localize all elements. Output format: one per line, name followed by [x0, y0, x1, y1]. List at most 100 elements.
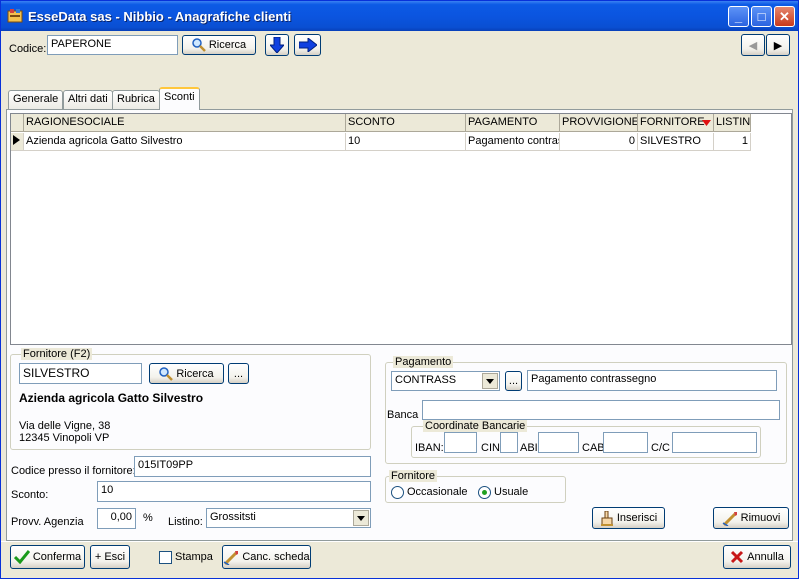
triangle-left-icon: ◀ — [748, 39, 758, 52]
occasionale-radio[interactable] — [391, 486, 404, 499]
codice-presso-label: Codice presso il fornitore: — [11, 465, 136, 477]
rimuovi-button[interactable]: Rimuovi — [713, 507, 789, 529]
row-indicator[interactable] — [11, 133, 24, 151]
eraser-icon — [722, 511, 737, 526]
tab-sconti[interactable]: Sconti — [159, 87, 200, 110]
usuale-label[interactable]: Usuale — [494, 486, 528, 498]
pagamento-ellipsis-button[interactable]: ... — [505, 371, 522, 391]
grid-header-ragionesociale[interactable]: RAGIONESOCIALE — [24, 114, 346, 132]
tab-rubrica[interactable]: Rubrica — [112, 90, 160, 109]
banca-label: Banca — [387, 409, 419, 421]
esci-button[interactable]: + Esci — [90, 545, 130, 569]
usuale-radio[interactable] — [478, 486, 491, 499]
codice-presso-input[interactable]: 015IT09PP — [134, 456, 371, 477]
minimize-button[interactable]: _ — [728, 6, 749, 27]
current-row-icon — [13, 135, 20, 145]
sconto-input[interactable]: 10 — [97, 481, 371, 502]
fornitore-ellipsis-button[interactable]: ... — [228, 363, 249, 384]
fornitore-address1: Via delle Vigne, 38 — [19, 420, 111, 432]
sconto-label: Sconto: — [11, 489, 49, 501]
provv-agenzia-input[interactable]: 0,00 — [97, 508, 136, 529]
app-icon — [7, 9, 23, 23]
move-right-button[interactable] — [294, 34, 321, 56]
pagamento-description: Pagamento contrassegno — [527, 370, 777, 391]
application-window: EsseData sas - Nibbio - Anagrafiche clie… — [0, 0, 799, 579]
iban-label: IBAN: — [415, 442, 444, 454]
chevron-down-icon — [486, 378, 494, 384]
cab-input[interactable] — [603, 432, 648, 453]
triangle-right-icon: ▶ — [773, 39, 783, 52]
occasionale-label[interactable]: Occasionale — [407, 486, 468, 498]
grid-header-listino[interactable]: LISTIN — [714, 114, 751, 132]
grid-cell-sconto[interactable]: 10 — [346, 133, 466, 151]
cin-input[interactable] — [500, 432, 518, 453]
canc-scheda-button[interactable]: Canc. scheda — [222, 545, 311, 569]
inserisci-label: Inserisci — [616, 512, 658, 524]
fornitore-type-title: Fornitore — [389, 470, 438, 482]
esci-label: + Esci — [94, 551, 126, 563]
ricerca-label: Ricerca — [208, 39, 247, 51]
ellipsis-icon: ... — [233, 367, 244, 380]
grid-header-sconto[interactable]: SCONTO — [346, 114, 466, 132]
nav-prev-button[interactable]: ◀ — [741, 34, 765, 56]
grid-header-pagamento[interactable]: PAGAMENTO — [466, 114, 560, 132]
cc-input[interactable] — [672, 432, 757, 453]
fornitore-code-input[interactable]: SILVESTRO — [19, 363, 142, 384]
percent-sign: % — [143, 512, 153, 524]
sort-desc-icon — [702, 120, 711, 126]
nav-next-button[interactable]: ▶ — [766, 34, 790, 56]
checkmark-icon — [13, 550, 30, 564]
title-bar[interactable]: EsseData sas - Nibbio - Anagrafiche clie… — [1, 1, 798, 31]
listino-value: Grossitsti — [210, 511, 256, 523]
pagamento-dropdown-button[interactable] — [482, 373, 498, 389]
cc-label: C/C — [651, 442, 670, 454]
rimuovi-label: Rimuovi — [740, 512, 781, 524]
magnifier-icon — [192, 38, 206, 52]
tab-generale-label: Generale — [13, 93, 59, 105]
sconti-grid[interactable]: RAGIONESOCIALE SCONTO PAGAMENTO PROVVIGI… — [10, 113, 792, 345]
grid-cell-listino[interactable]: 1 — [714, 133, 751, 151]
inserisci-button[interactable]: Inserisci — [592, 507, 665, 529]
grid-cell-pagamento[interactable]: Pagamento contrassegno — [466, 133, 560, 151]
arrow-down-icon — [270, 37, 284, 53]
grid-cell-provvigione[interactable]: 0 — [560, 133, 638, 151]
maximize-button[interactable]: □ — [751, 6, 772, 27]
close-icon: ✕ — [779, 9, 790, 24]
stampa-checkbox[interactable] — [159, 551, 172, 564]
listino-dropdown-button[interactable] — [353, 510, 369, 526]
listino-select[interactable]: Grossitsti — [206, 508, 371, 528]
pagamento-code: CONTRASS — [395, 374, 457, 386]
tab-generale[interactable]: Generale — [8, 90, 64, 109]
fornitore-ricerca-button[interactable]: Ricerca — [149, 363, 224, 384]
codice-input[interactable]: PAPERONE — [47, 35, 178, 55]
grid-header-fornitore-label: FORNITORE — [640, 116, 705, 128]
stampa-label[interactable]: Stampa — [175, 551, 213, 563]
pagamento-select[interactable]: CONTRASS — [391, 371, 500, 391]
ellipsis-icon: ... — [508, 375, 519, 387]
abi-label: ABI — [520, 442, 538, 454]
iban-input[interactable] — [444, 432, 477, 453]
tab-altri-dati[interactable]: Altri dati — [63, 90, 113, 109]
annulla-button[interactable]: Annulla — [723, 545, 791, 569]
move-down-button[interactable] — [265, 34, 289, 56]
cin-label: CIN — [481, 442, 500, 454]
abi-input[interactable] — [538, 432, 579, 453]
tab-altri-dati-label: Altri dati — [68, 93, 108, 105]
close-button[interactable]: ✕ — [774, 6, 795, 27]
coordinate-bancarie-title: Coordinate Bancarie — [423, 420, 528, 432]
conferma-button[interactable]: Conferma — [10, 545, 85, 569]
grid-cell-fornitore[interactable]: SILVESTRO — [638, 133, 714, 151]
cab-label: CAB — [582, 442, 605, 454]
cross-icon — [731, 550, 744, 564]
grid-cell-ragionesociale[interactable]: Azienda agricola Gatto Silvestro — [24, 133, 346, 151]
tab-rubrica-label: Rubrica — [117, 93, 155, 105]
banca-input[interactable] — [422, 400, 780, 420]
fornitore-name: Azienda agricola Gatto Silvestro — [19, 391, 204, 405]
maximize-icon: □ — [757, 9, 766, 24]
grid-header-fornitore[interactable]: FORNITORE — [638, 114, 714, 132]
grid-header-provvigione[interactable]: PROVVIGIONE — [560, 114, 638, 132]
conferma-label: Conferma — [32, 551, 82, 563]
ricerca-button[interactable]: Ricerca — [182, 35, 256, 55]
fornitore-f2-title: Fornitore (F2) — [21, 348, 93, 360]
grid-corner — [11, 114, 24, 132]
